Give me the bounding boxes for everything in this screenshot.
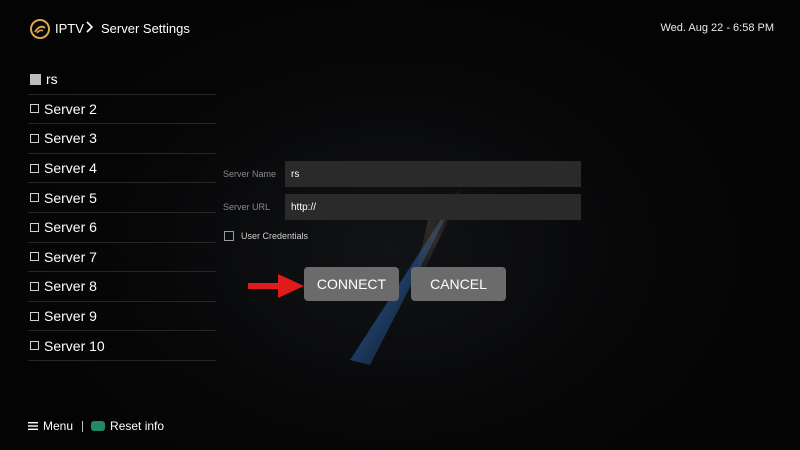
- server-label: Server 4: [44, 160, 97, 177]
- footer-divider: [82, 420, 84, 432]
- server-list-item[interactable]: Server 7: [28, 243, 216, 273]
- server-list: rs Server 2 Server 3 Server 4 Server 5 Server…: [28, 65, 216, 361]
- server-list-item[interactable]: Server 4: [28, 154, 216, 184]
- server-list-item[interactable]: Server 2: [28, 95, 216, 125]
- page-title: Server Settings: [101, 21, 190, 36]
- iptv-server-settings-screen: IPTV Server Settings Wed. Aug 22 - 6:58 …: [0, 0, 800, 450]
- server-label: Server 8: [44, 278, 97, 295]
- checkbox-icon: [30, 133, 39, 143]
- hamburger-menu-icon: [28, 422, 38, 430]
- chevron-right-icon: [86, 21, 94, 33]
- breadcrumb-app: IPTV: [55, 21, 84, 36]
- server-list-item[interactable]: Server 9: [28, 302, 216, 332]
- connect-button[interactable]: CONNECT: [304, 267, 399, 301]
- server-label: Server 9: [44, 308, 97, 325]
- footer-bar: Menu Reset info: [28, 417, 164, 435]
- server-label: Server 7: [44, 248, 97, 265]
- red-arrow-icon: [248, 274, 304, 298]
- server-name-label: Server Name: [223, 169, 277, 179]
- user-credentials-checkbox[interactable]: User Credentials: [224, 231, 308, 241]
- server-url-input[interactable]: [285, 194, 581, 220]
- server-name-input[interactable]: [285, 161, 581, 187]
- server-list-item[interactable]: rs: [28, 65, 216, 95]
- server-list-item[interactable]: Server 10: [28, 331, 216, 361]
- checkbox-icon: [30, 311, 39, 321]
- checkbox-box[interactable]: [224, 231, 234, 241]
- checkbox-icon: [30, 193, 39, 203]
- server-label: Server 2: [44, 100, 97, 117]
- header-bar: IPTV Server Settings Wed. Aug 22 - 6:58 …: [0, 0, 800, 58]
- menu-label[interactable]: Menu: [43, 419, 73, 433]
- green-key-icon: [91, 421, 106, 431]
- server-list-item[interactable]: Server 6: [28, 213, 216, 243]
- server-label: Server 10: [44, 337, 105, 354]
- checkbox-icon: [30, 341, 39, 351]
- server-url-label: Server URL: [223, 202, 271, 212]
- reset-info-label[interactable]: Reset info: [110, 419, 164, 433]
- server-list-item[interactable]: Server 8: [28, 272, 216, 302]
- checkbox-icon: [30, 252, 39, 262]
- date-time: Wed. Aug 22 - 6:58 PM: [660, 22, 774, 34]
- iptv-logo-icon: [30, 19, 50, 39]
- server-label: Server 3: [44, 130, 97, 147]
- checkbox-icon: [30, 104, 39, 114]
- server-label: Server 5: [44, 189, 97, 206]
- cancel-button[interactable]: CANCEL: [411, 267, 506, 301]
- server-list-item[interactable]: Server 3: [28, 124, 216, 154]
- checkbox-icon: [30, 281, 39, 291]
- server-list-item[interactable]: Server 5: [28, 183, 216, 213]
- user-credentials-label: User Credentials: [241, 231, 309, 241]
- checkbox-icon: [30, 222, 39, 232]
- checkbox-icon: [30, 73, 41, 85]
- server-label: Server 6: [44, 219, 97, 236]
- server-label: rs: [46, 71, 58, 88]
- checkbox-icon: [30, 163, 39, 173]
